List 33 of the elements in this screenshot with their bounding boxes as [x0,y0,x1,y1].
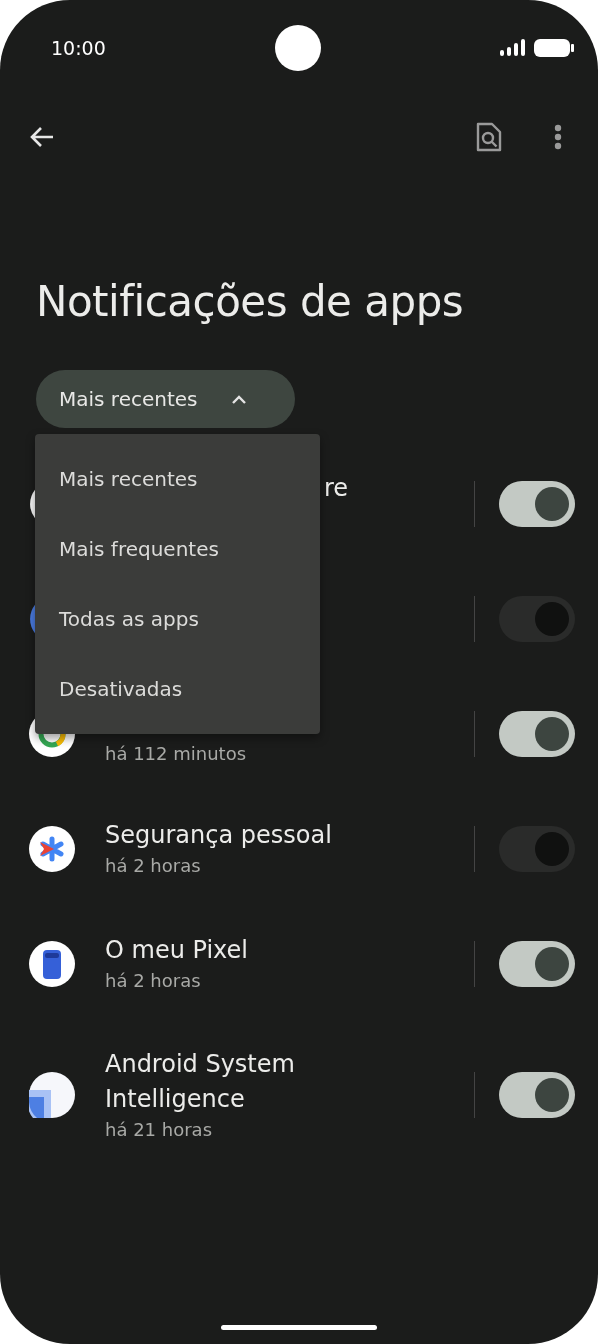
sort-dropdown[interactable]: Mais recentes [36,370,295,428]
notification-toggle[interactable] [499,940,575,987]
last-notification-time: há 112 minutos [105,741,248,766]
sort-menu-item[interactable]: Mais recentes [35,444,320,514]
app-icon [29,825,75,872]
notification-toggle[interactable] [499,825,575,872]
caret-icon [231,394,248,404]
sort-menu-item[interactable]: Mais frequentes [35,514,320,584]
app-name: Segurança pessoal [105,820,333,851]
notification-toggle[interactable] [499,1072,575,1118]
app-icon [29,603,35,634]
signal-icon [500,39,526,57]
app-name: O meu Pixel [105,935,249,966]
notification-toggle[interactable] [499,710,575,757]
camera-icon [275,25,321,71]
page-title: Notificações de apps [35,276,465,328]
more-options-icon[interactable] [554,124,562,150]
app-icon [29,1072,75,1118]
status-time: 10:00 [51,37,106,59]
notification-toggle[interactable] [499,480,575,527]
last-notification-time: há 21 horas [105,1118,213,1142]
document-search-icon[interactable] [476,122,502,152]
last-notification-time: há 2 horas [105,969,202,993]
app-name: Android System Intelligence [105,1049,296,1115]
last-notification-time: há 2 horas [105,854,202,878]
app-name: re [324,473,349,504]
back-arrow-icon[interactable] [29,126,55,148]
notification-toggle[interactable] [499,595,575,642]
sort-menu-item[interactable]: Desativadas [35,654,320,724]
sort-menu-item[interactable]: Todas as apps [35,584,320,654]
app-icon [29,940,75,987]
battery-icon [534,38,574,58]
app-icon [29,488,35,519]
